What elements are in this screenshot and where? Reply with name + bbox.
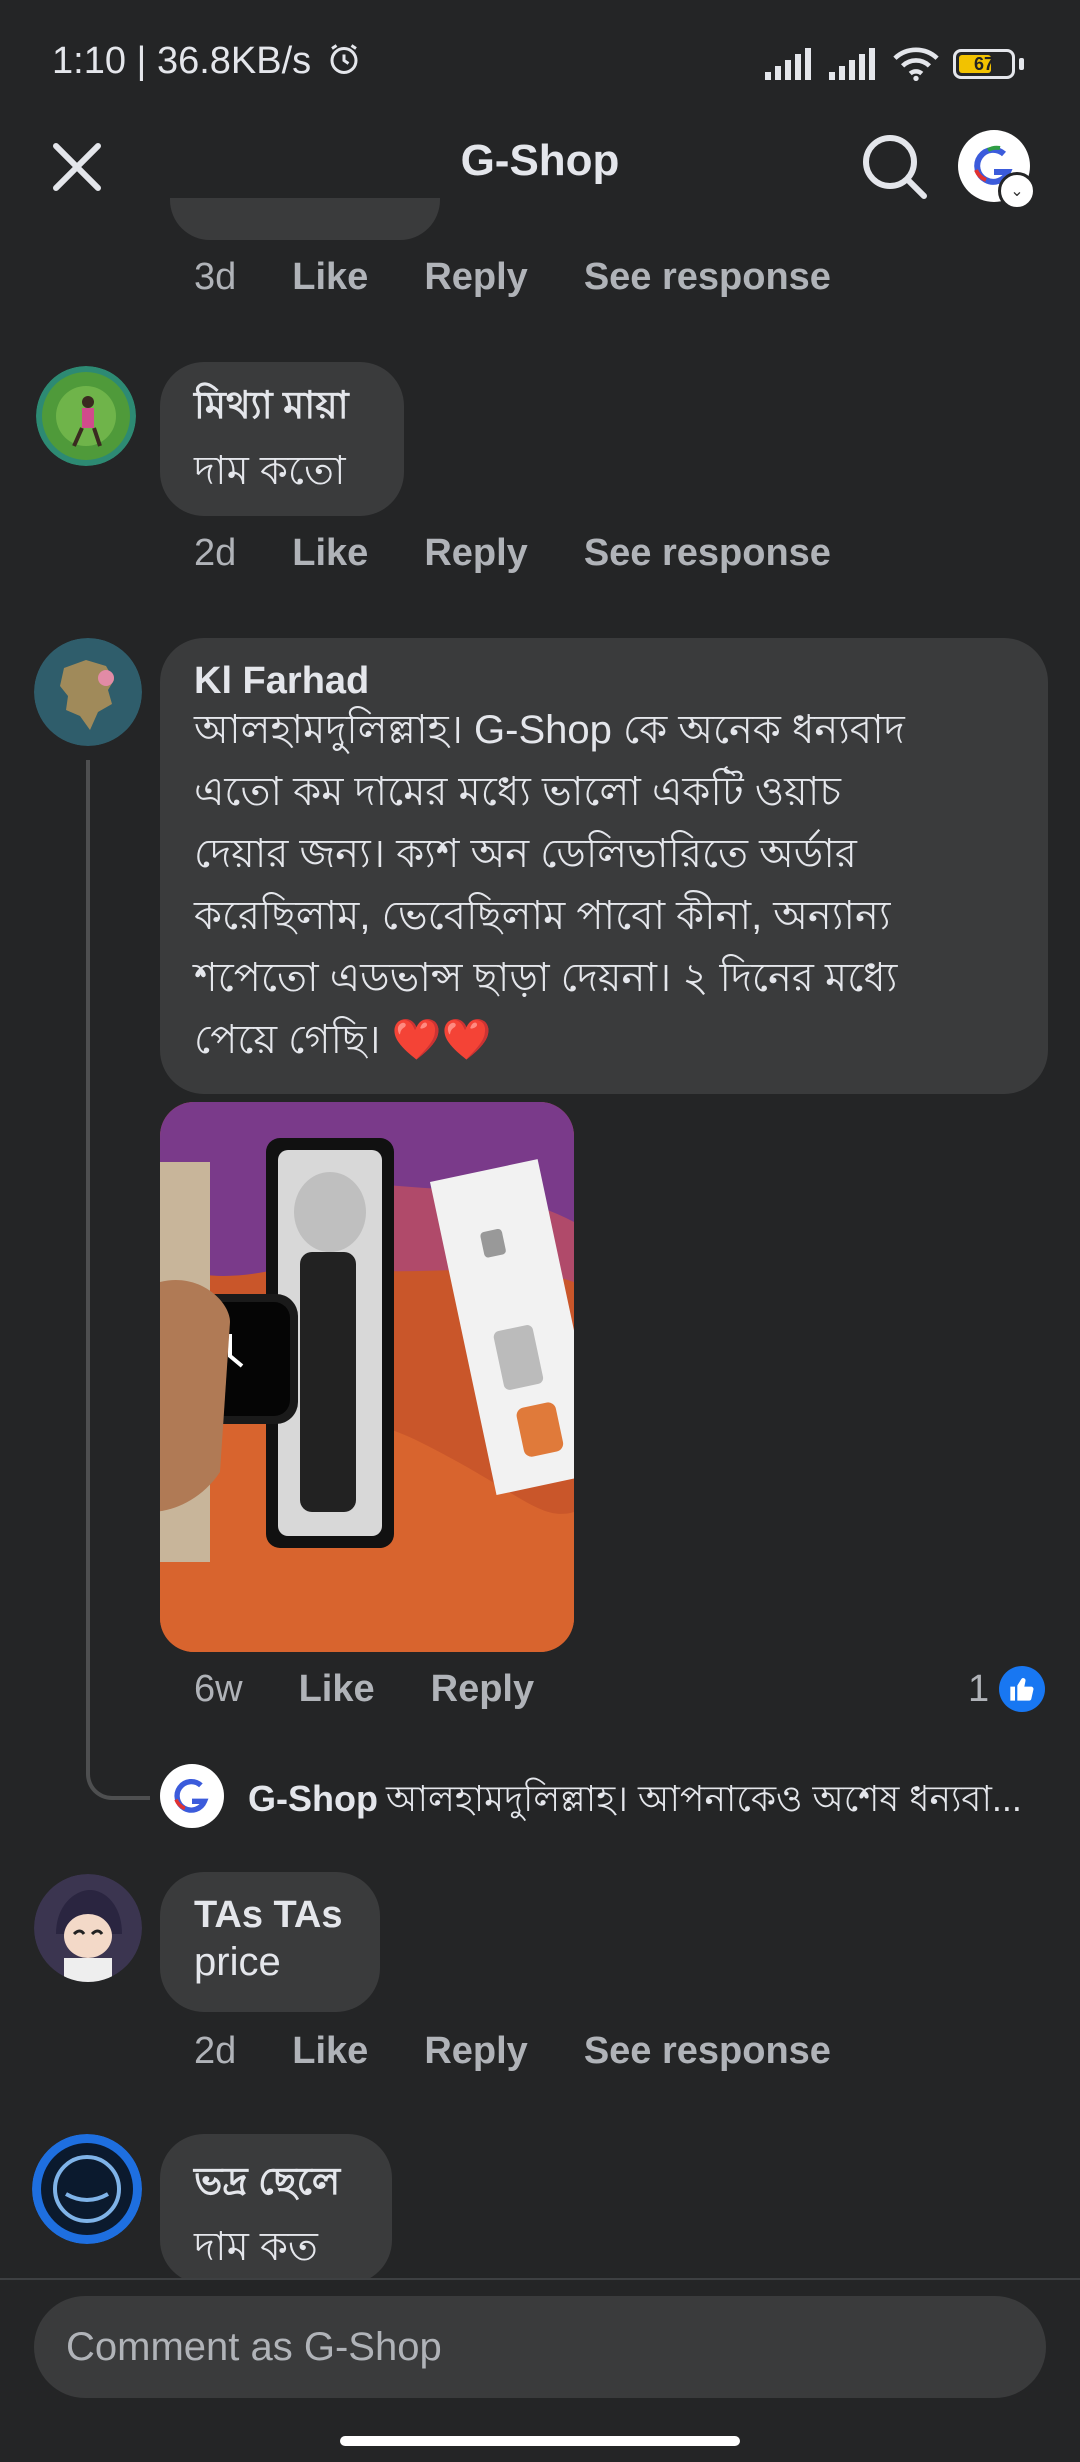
battery-level: 67 (973, 54, 995, 74)
avatar-photo (36, 366, 136, 466)
comment-author[interactable]: মিথ্যা মায়া (194, 376, 404, 440)
status-time-text: 1:10 | 36.8KB/s (52, 40, 312, 82)
comment-input-placeholder: Comment as G-Shop (66, 2324, 442, 2369)
avatar[interactable] (34, 638, 142, 746)
reply-button[interactable]: Reply (424, 532, 527, 575)
comment-text: price (194, 1940, 281, 1984)
like-button[interactable]: Like (292, 256, 368, 299)
comment-line: আলহামদুলিল্লাহ। G-Shop কে অনেক ধন্যবাদ (194, 708, 905, 752)
signal-icon (765, 48, 811, 80)
thread-connector (86, 760, 150, 1800)
comment-line: এতো কম দামের মধ্যে ভালো একটি ওয়াচ (194, 770, 841, 814)
comment-actions: 2d Like Reply See response (194, 2030, 887, 2073)
comment-time: 6w (194, 1668, 243, 1710)
like-button[interactable]: Like (299, 1668, 375, 1711)
avatar[interactable] (36, 366, 136, 466)
comment-text: আলহামদুলিল্লাহ। G-Shop কে অনেক ধন্যবাদ এ… (194, 699, 1048, 1071)
comment-time: 2d (194, 532, 237, 574)
see-response-button[interactable]: See response (584, 532, 831, 575)
battery-icon: 67 (953, 49, 1015, 79)
comment-line: দেয়ার জন্য। ক্যশ অন ডেলিভারিতে অর্ডার (194, 832, 857, 876)
comment-actions: 3d Like Reply See response (194, 256, 887, 299)
reply-author: G-Shop (248, 1778, 378, 1819)
comment-author[interactable]: Kl Farhad (194, 660, 1048, 703)
see-response-button[interactable]: See response (584, 256, 831, 299)
reply-preview[interactable]: G-Shop আলহামদুলিল্লাহ। আপনাকেও অশেষ ধন্যব… (248, 1772, 1022, 1832)
avatar[interactable] (160, 1764, 224, 1828)
reply-button[interactable]: Reply (424, 2030, 527, 2073)
comment-bubble: Kl Farhad আলহামদুলিল্লাহ। G-Shop কে অনেক… (160, 638, 1048, 1094)
chevron-down-icon: ⌄ (998, 172, 1036, 210)
previous-comment-bubble (170, 198, 440, 240)
comment-author[interactable]: ভদ্র ছেলে (194, 2152, 392, 2216)
comment-actions: 2d Like Reply See response (194, 532, 887, 575)
comment-actions: 6w Like Reply (194, 1668, 590, 1711)
reaction-summary[interactable]: 1 (968, 1666, 1046, 1712)
comment-time: 2d (194, 2030, 237, 2072)
comment-line: শপেতো এডভান্স ছাড়া দেয়না। ২ দিনের মধ্য… (194, 956, 898, 1000)
watch-photo (160, 1102, 574, 1652)
signal-icon-2 (829, 48, 875, 80)
home-indicator[interactable] (340, 2436, 740, 2446)
avatar-fs-logo (32, 2134, 142, 2244)
comment-text: দাম কতো (194, 449, 346, 493)
comment-input[interactable]: Comment as G-Shop (34, 2296, 1046, 2398)
comment-bubble: ভদ্র ছেলে দাম কত (160, 2134, 392, 2284)
comment-line: পেয়ে গেছি। ❤️❤️ (194, 1018, 492, 1062)
reply-button[interactable]: Reply (424, 256, 527, 299)
avatar[interactable] (34, 1874, 142, 1982)
avatar-anime-photo (34, 1874, 142, 1982)
gshop-logo-icon (174, 1779, 209, 1813)
see-response-button[interactable]: See response (584, 2030, 831, 2073)
avatar-map-photo (34, 638, 142, 746)
thumbs-up-icon (999, 1666, 1046, 1712)
status-icons: 67 (765, 40, 1024, 88)
comment-time: 3d (194, 256, 237, 298)
alarm-icon (330, 44, 358, 74)
comment-line: করেছিলাম, ভেবেছিলাম পাবো কীনা, অন্যান্য (194, 894, 891, 938)
status-time: 1:10 | 36.8KB/s (52, 40, 362, 83)
attached-photo[interactable] (160, 1102, 574, 1652)
search-button[interactable] (856, 128, 932, 204)
reply-button[interactable]: Reply (431, 1668, 534, 1711)
like-button[interactable]: Like (292, 532, 368, 575)
reply-snippet: আলহামদুলিল্লাহ। আপনাকেও অশেষ ধন্যবা... (385, 1778, 1022, 1819)
comment-bubble: মিথ্যা মায়া দাম কতো (160, 362, 404, 516)
search-icon (863, 135, 927, 199)
profile-switcher-button[interactable]: ⌄ (958, 130, 1036, 210)
battery-cap (1019, 58, 1024, 70)
like-button[interactable]: Like (292, 2030, 368, 2073)
avatar[interactable] (32, 2134, 142, 2244)
comment-text: দাম কত (194, 2225, 318, 2269)
reaction-count: 1 (968, 1667, 990, 1710)
wifi-icon (893, 47, 939, 82)
comment-bubble: TAs TAs price (160, 1872, 380, 2012)
